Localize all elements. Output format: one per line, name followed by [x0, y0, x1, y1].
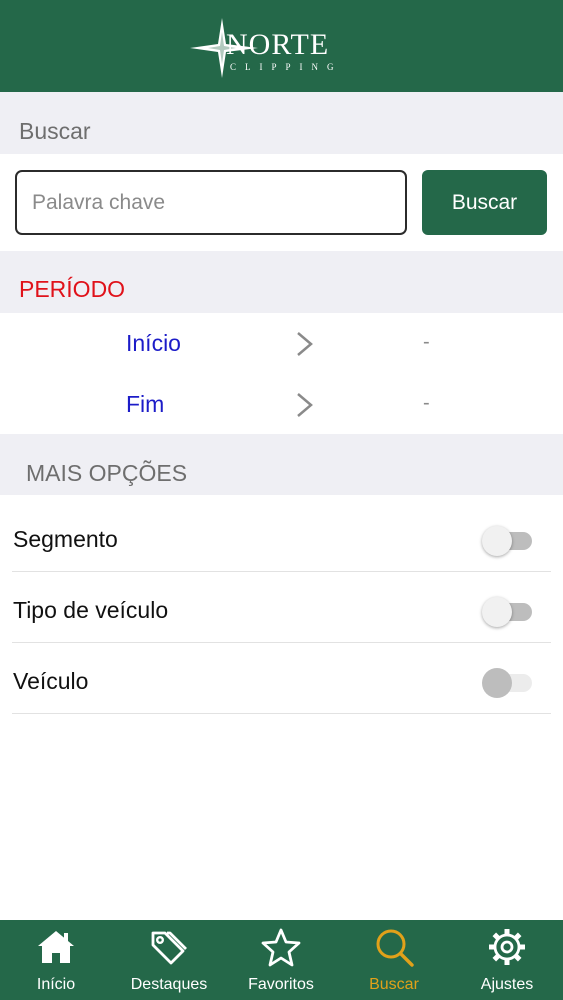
search-icon	[376, 929, 414, 967]
period-section-title: PERÍODO	[19, 276, 126, 302]
gear-icon	[489, 929, 525, 965]
star-icon	[261, 928, 301, 967]
toggle-thumb	[482, 668, 512, 698]
search-section-header: Buscar	[0, 92, 563, 154]
option-label: Tipo de veículo	[13, 597, 169, 623]
period-section-header: PERÍODO	[0, 251, 563, 313]
tab-favoritos[interactable]: Favoritos	[225, 920, 337, 1000]
period-row-end[interactable]: Fim -	[0, 374, 563, 434]
period-end-value: -	[423, 392, 430, 414]
norte-clipping-logo: NORTE CLIPPING	[190, 16, 360, 80]
tab-label: Buscar	[369, 976, 419, 993]
segmento-toggle[interactable]	[482, 526, 534, 556]
tab-label: Início	[36, 976, 76, 993]
logo-title: NORTE	[226, 28, 330, 61]
chevron-right-icon	[297, 332, 313, 356]
tab-label: Destaques	[130, 976, 208, 993]
tab-label: Ajustes	[480, 976, 534, 993]
tab-ajustes[interactable]: Ajustes	[451, 920, 563, 1000]
search-button[interactable]: Buscar	[422, 170, 547, 235]
logo-subtitle: CLIPPING	[230, 62, 343, 72]
veiculo-toggle[interactable]	[482, 668, 534, 698]
toggle-thumb	[482, 597, 512, 627]
app-header: NORTE CLIPPING	[0, 0, 563, 92]
period-start-label: Início	[126, 330, 181, 356]
period-start-value: -	[423, 331, 430, 353]
option-label: Veículo	[13, 668, 89, 694]
bottom-tab-bar: Início Destaques Favoritos Buscar Ajuste…	[0, 920, 563, 1000]
tab-destaques[interactable]: Destaques	[113, 920, 225, 1000]
tab-buscar[interactable]: Buscar	[338, 920, 450, 1000]
more-options-section-header: MAIS OPÇÕES	[0, 434, 563, 495]
tags-icon	[151, 931, 187, 965]
keyword-search-input[interactable]	[15, 170, 407, 235]
option-row-tipo-veiculo: Tipo de veículo	[12, 571, 551, 643]
chevron-right-icon	[297, 393, 313, 417]
option-row-veiculo: Veículo	[12, 642, 551, 714]
search-section-title: Buscar	[19, 118, 91, 144]
tab-label: Favoritos	[248, 976, 314, 993]
tab-inicio[interactable]: Início	[0, 920, 112, 1000]
period-row-start[interactable]: Início -	[0, 313, 563, 373]
home-icon	[38, 931, 74, 963]
more-options-section-title: MAIS OPÇÕES	[26, 460, 188, 486]
toggle-thumb	[482, 526, 512, 556]
option-row-segmento: Segmento	[12, 500, 551, 572]
period-end-label: Fim	[126, 391, 165, 417]
tipo-veiculo-toggle[interactable]	[482, 597, 534, 627]
option-label: Segmento	[13, 526, 118, 552]
